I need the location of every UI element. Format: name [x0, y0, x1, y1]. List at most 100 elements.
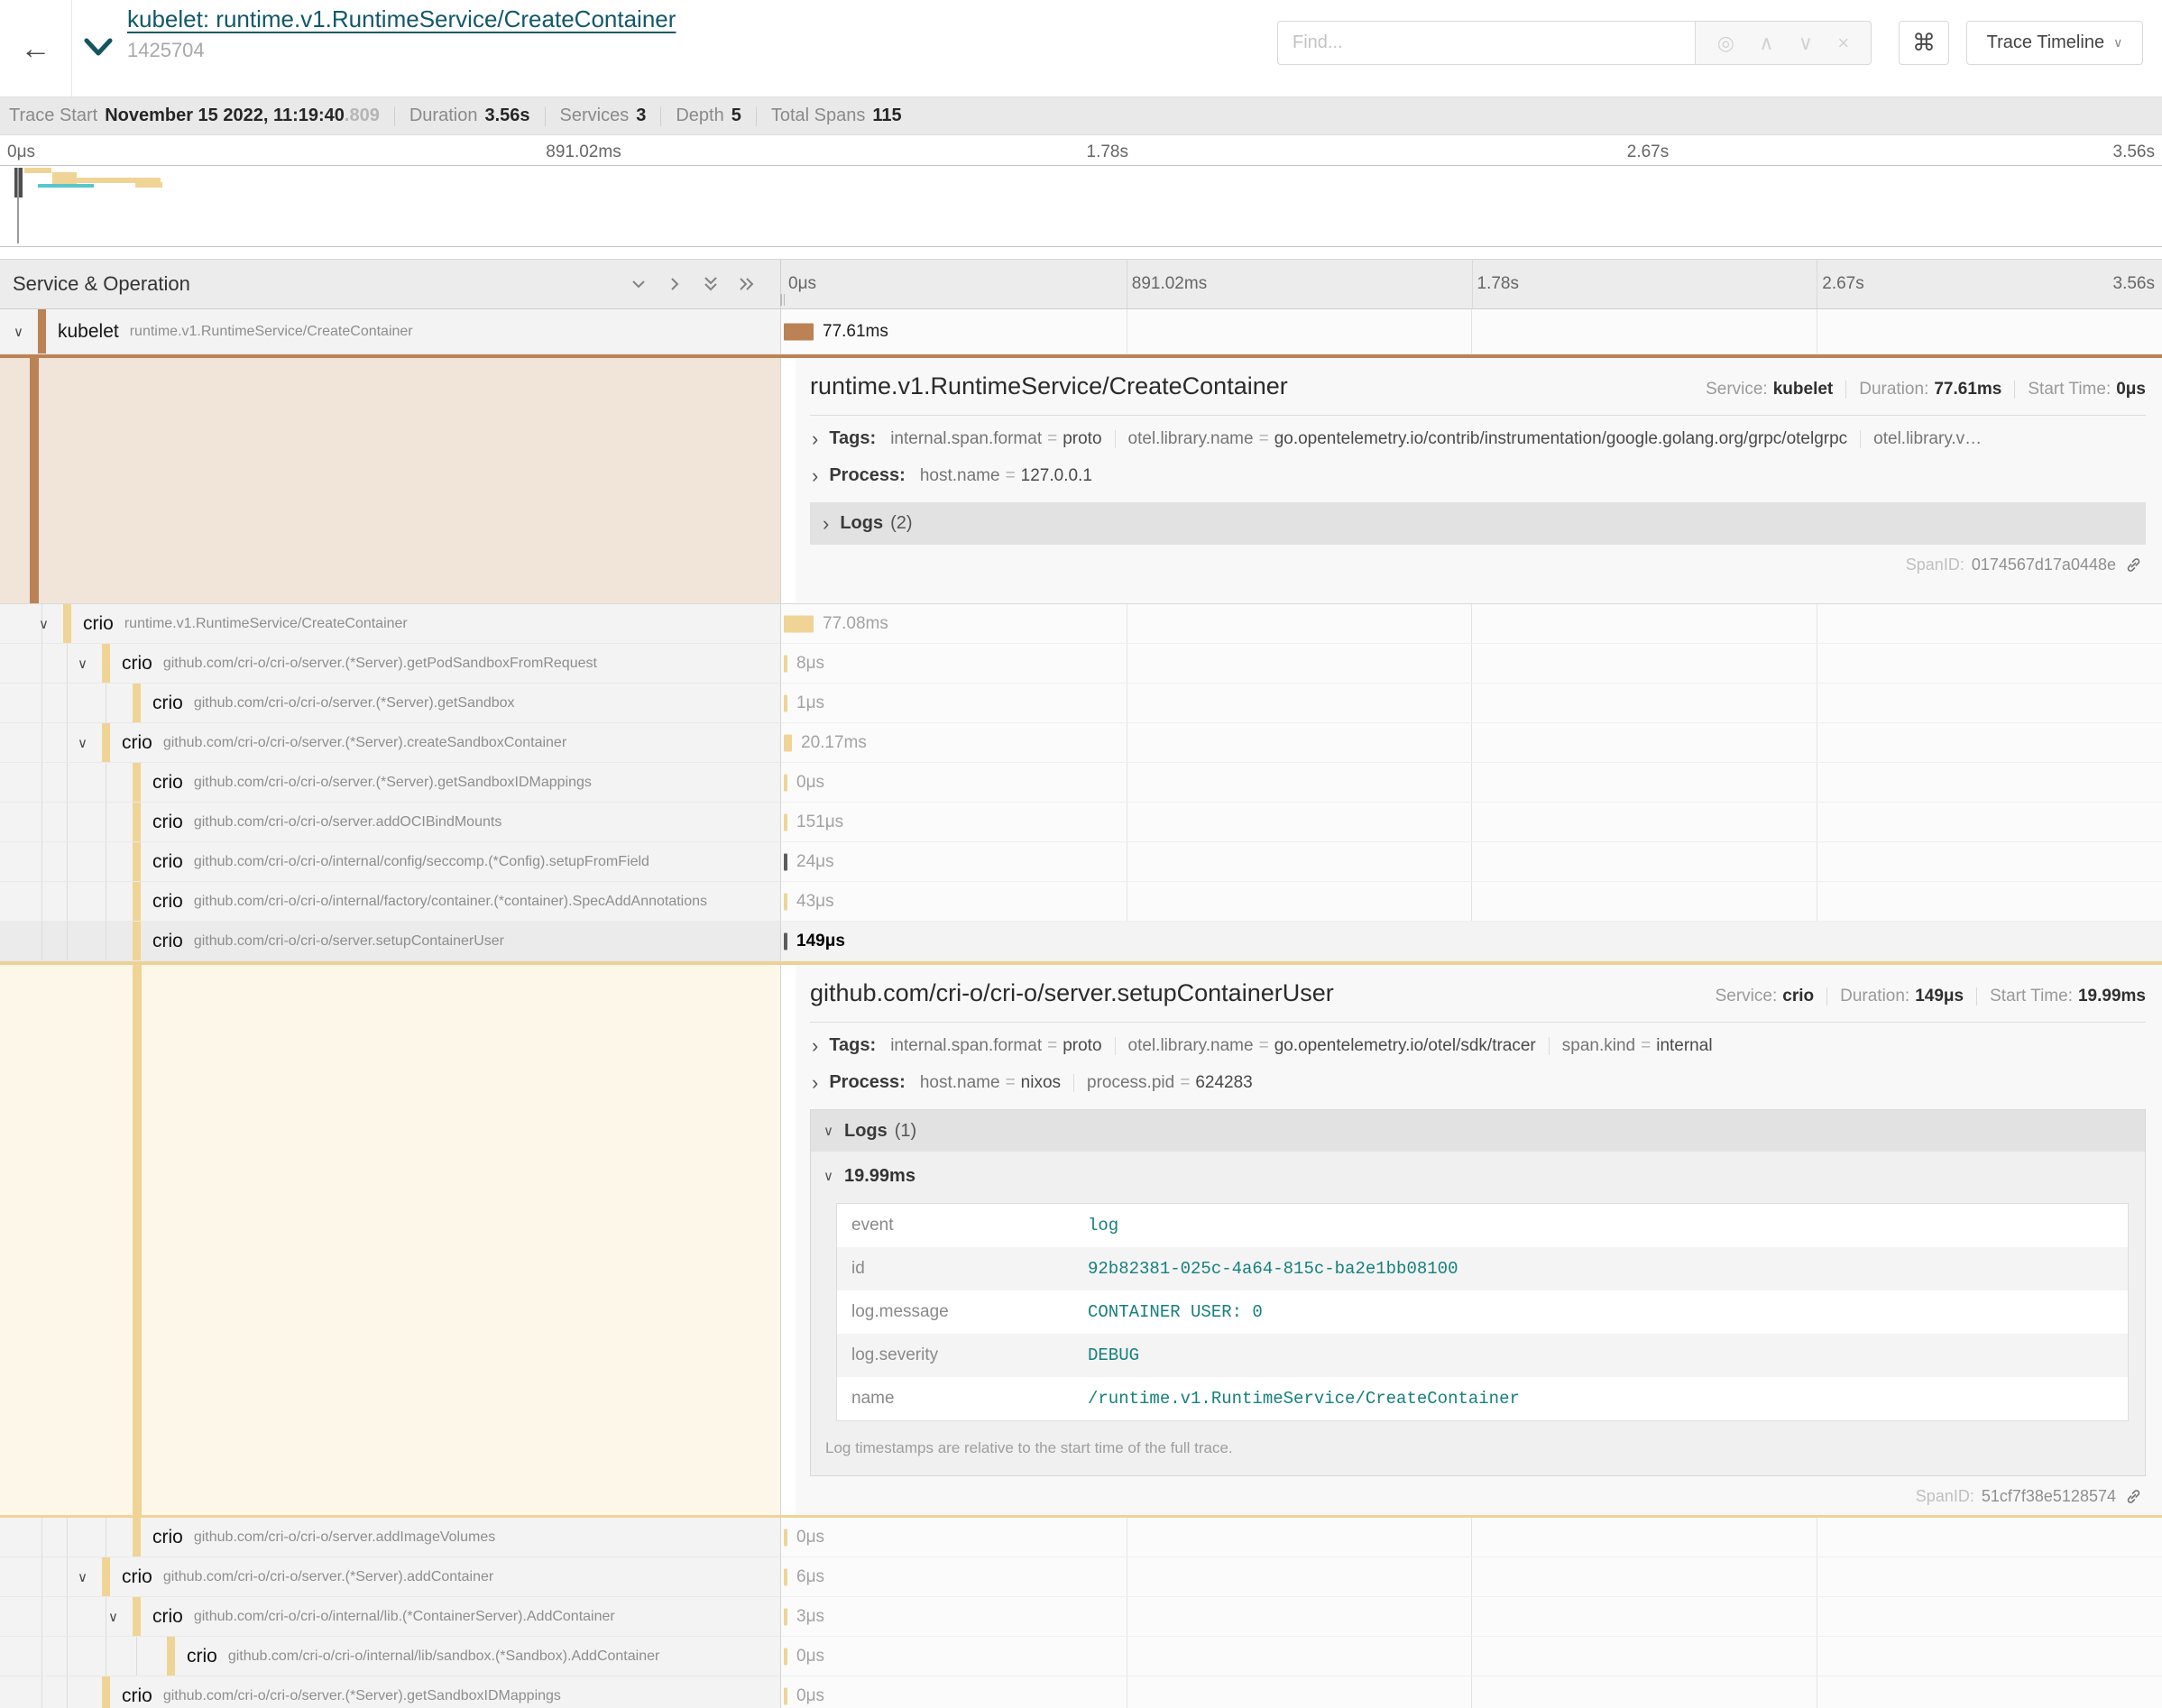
- span-duration-label: 20.17ms: [801, 733, 867, 753]
- timeline-tick-label: 891.02ms: [1132, 274, 1207, 294]
- collapse-one-icon[interactable]: [629, 274, 649, 294]
- span-timeline-cell[interactable]: 149μs: [781, 922, 2162, 961]
- logs-accordion[interactable]: › Logs (2): [810, 502, 2146, 545]
- span-duration-bar[interactable]: [784, 1648, 787, 1665]
- prev-match-icon[interactable]: ∧: [1759, 33, 1773, 53]
- summary-label: Services: [560, 106, 630, 126]
- span-name-cell[interactable]: ∨crioruntime.v1.RuntimeService/CreateCon…: [0, 604, 781, 644]
- span-row[interactable]: criogithub.com/cri-o/cri-o/server.(*Serv…: [0, 684, 2162, 723]
- span-name-cell[interactable]: criogithub.com/cri-o/cri-o/internal/conf…: [0, 842, 781, 882]
- span-row[interactable]: criogithub.com/cri-o/cri-o/server.addOCI…: [0, 803, 2162, 842]
- span-timeline-cell[interactable]: 43μs: [781, 882, 2162, 922]
- span-timeline-cell[interactable]: 0μs: [781, 1518, 2162, 1557]
- span-row[interactable]: criogithub.com/cri-o/cri-o/internal/conf…: [0, 842, 2162, 882]
- span-name-cell[interactable]: criogithub.com/cri-o/cri-o/server.addIma…: [0, 1518, 781, 1557]
- span-row[interactable]: criogithub.com/cri-o/cri-o/internal/lib/…: [0, 1637, 2162, 1676]
- span-duration-bar[interactable]: [784, 932, 787, 950]
- span-duration-bar[interactable]: [784, 893, 787, 910]
- span-duration-bar[interactable]: [784, 655, 787, 672]
- meta-label: Service:: [1706, 380, 1768, 399]
- span-name-cell[interactable]: ∨kubeletruntime.v1.RuntimeService/Create…: [0, 309, 781, 354]
- copy-link-icon[interactable]: [2125, 556, 2142, 574]
- span-timeline-cell[interactable]: 8μs: [781, 644, 2162, 684]
- span-duration-bar[interactable]: [784, 813, 787, 831]
- span-row[interactable]: ∨crioruntime.v1.RuntimeService/CreateCon…: [0, 604, 2162, 644]
- next-match-icon[interactable]: ∨: [1799, 33, 1813, 53]
- span-timeline-cell[interactable]: 77.61ms: [781, 309, 2162, 354]
- span-service-name: kubelet: [58, 321, 119, 343]
- expand-all-icon[interactable]: [737, 274, 757, 294]
- span-timeline-cell[interactable]: 77.08ms: [781, 604, 2162, 644]
- span-timeline-cell[interactable]: 1μs: [781, 684, 2162, 723]
- span-row[interactable]: ∨kubeletruntime.v1.RuntimeService/Create…: [0, 309, 2162, 354]
- span-duration-bar[interactable]: [784, 853, 787, 870]
- span-duration-bar[interactable]: [784, 1568, 787, 1585]
- keyboard-shortcuts-button[interactable]: ⌘: [1899, 21, 1949, 65]
- span-duration-bar[interactable]: [784, 774, 787, 791]
- span-row[interactable]: ∨criogithub.com/cri-o/cri-o/server.(*Ser…: [0, 1557, 2162, 1597]
- span-name-cell[interactable]: ∨criogithub.com/cri-o/cri-o/internal/lib…: [0, 1597, 781, 1637]
- span-duration-bar[interactable]: [784, 1608, 787, 1625]
- log-fields-table: eventlogid92b82381-025c-4a64-815c-ba2e1b…: [836, 1203, 2129, 1421]
- span-row[interactable]: criogithub.com/cri-o/cri-o/internal/fact…: [0, 882, 2162, 922]
- span-list-header: Service & Operation: [0, 260, 781, 308]
- tag-value: 624283: [1195, 1073, 1252, 1092]
- process-accordion[interactable]: › Process: host.name=nixosprocess.pid=62…: [812, 1072, 2146, 1093]
- span-timeline-cell[interactable]: 6μs: [781, 1557, 2162, 1597]
- span-name-cell[interactable]: ∨criogithub.com/cri-o/cri-o/server.(*Ser…: [0, 723, 781, 763]
- span-name-cell[interactable]: criogithub.com/cri-o/cri-o/server.setupC…: [0, 922, 781, 961]
- span-duration-bar[interactable]: [784, 615, 814, 632]
- span-row[interactable]: criogithub.com/cri-o/cri-o/server.setupC…: [0, 922, 2162, 961]
- span-timeline-cell[interactable]: 0μs: [781, 1676, 2162, 1708]
- span-row[interactable]: criogithub.com/cri-o/cri-o/server.(*Serv…: [0, 763, 2162, 803]
- span-name-cell[interactable]: ∨criogithub.com/cri-o/cri-o/server.(*Ser…: [0, 1557, 781, 1597]
- equals-sign: =: [1180, 1073, 1190, 1092]
- minimap-span-mark: [38, 184, 94, 188]
- trace-title-link[interactable]: kubelet: runtime.v1.RuntimeService/Creat…: [127, 5, 676, 33]
- focus-match-icon[interactable]: ◎: [1717, 33, 1734, 53]
- tags-accordion[interactable]: › Tags: internal.span.format=protootel.l…: [812, 428, 2146, 449]
- span-name-cell[interactable]: criogithub.com/cri-o/cri-o/server.addOCI…: [0, 803, 781, 842]
- span-row[interactable]: criogithub.com/cri-o/cri-o/server.addIma…: [0, 1518, 2162, 1557]
- span-timeline-cell[interactable]: 3μs: [781, 1597, 2162, 1637]
- span-timeline-cell[interactable]: 24μs: [781, 842, 2162, 882]
- expand-one-icon[interactable]: [665, 274, 685, 294]
- clear-search-icon[interactable]: ×: [1837, 33, 1849, 53]
- span-duration-label: 8μs: [796, 654, 824, 674]
- trace-collapse-chevron-icon[interactable]: [83, 36, 114, 58]
- collapse-all-icon[interactable]: [701, 274, 721, 294]
- span-duration-bar[interactable]: [784, 323, 814, 340]
- span-duration-bar[interactable]: [784, 1687, 787, 1704]
- summary-item: Depth5: [676, 106, 741, 126]
- minimap-canvas[interactable]: [0, 165, 2162, 247]
- span-name-cell[interactable]: criogithub.com/cri-o/cri-o/server.(*Serv…: [0, 684, 781, 723]
- minimap-tick-labels: 0μs891.02ms1.78s2.67s3.56s: [0, 135, 2162, 165]
- span-row[interactable]: ∨criogithub.com/cri-o/cri-o/server.(*Ser…: [0, 644, 2162, 684]
- log-entry-accordion[interactable]: ∨ 19.99ms: [811, 1152, 2145, 1199]
- tag-item: internal.span.format=proto: [890, 429, 1101, 449]
- process-accordion[interactable]: › Process: host.name=127.0.0.1: [812, 465, 2146, 486]
- find-input[interactable]: [1277, 21, 1695, 65]
- span-name-cell[interactable]: criogithub.com/cri-o/cri-o/server.(*Serv…: [0, 763, 781, 803]
- tags-accordion[interactable]: › Tags: internal.span.format=protootel.l…: [812, 1035, 2146, 1056]
- copy-link-icon[interactable]: [2125, 1488, 2142, 1505]
- timeline-tick-label: 2.67s: [1627, 142, 1669, 162]
- span-name-cell[interactable]: ∨criogithub.com/cri-o/cri-o/server.(*Ser…: [0, 644, 781, 684]
- back-button[interactable]: ←: [0, 0, 72, 96]
- span-timeline-cell[interactable]: 151μs: [781, 803, 2162, 842]
- trace-view-select[interactable]: Trace Timeline ∨: [1966, 21, 2143, 65]
- span-name-cell[interactable]: criogithub.com/cri-o/cri-o/internal/fact…: [0, 882, 781, 922]
- span-row[interactable]: criogithub.com/cri-o/cri-o/server.(*Serv…: [0, 1676, 2162, 1708]
- span-timeline-cell[interactable]: 0μs: [781, 763, 2162, 803]
- span-row[interactable]: ∨criogithub.com/cri-o/cri-o/internal/lib…: [0, 1597, 2162, 1637]
- span-timeline-cell[interactable]: 0μs: [781, 1637, 2162, 1676]
- span-name-cell[interactable]: criogithub.com/cri-o/cri-o/internal/lib/…: [0, 1637, 781, 1676]
- span-name-cell[interactable]: criogithub.com/cri-o/cri-o/server.(*Serv…: [0, 1676, 781, 1708]
- span-timeline-cell[interactable]: 20.17ms: [781, 723, 2162, 763]
- logs-accordion[interactable]: ∨ Logs (1): [810, 1109, 2146, 1152]
- span-duration-bar[interactable]: [784, 734, 792, 751]
- span-duration-bar[interactable]: [784, 1529, 787, 1546]
- jaeger-trace-page: ← kubelet: runtime.v1.RuntimeService/Cre…: [0, 0, 2162, 1708]
- span-row[interactable]: ∨criogithub.com/cri-o/cri-o/server.(*Ser…: [0, 723, 2162, 763]
- span-duration-bar[interactable]: [784, 694, 787, 712]
